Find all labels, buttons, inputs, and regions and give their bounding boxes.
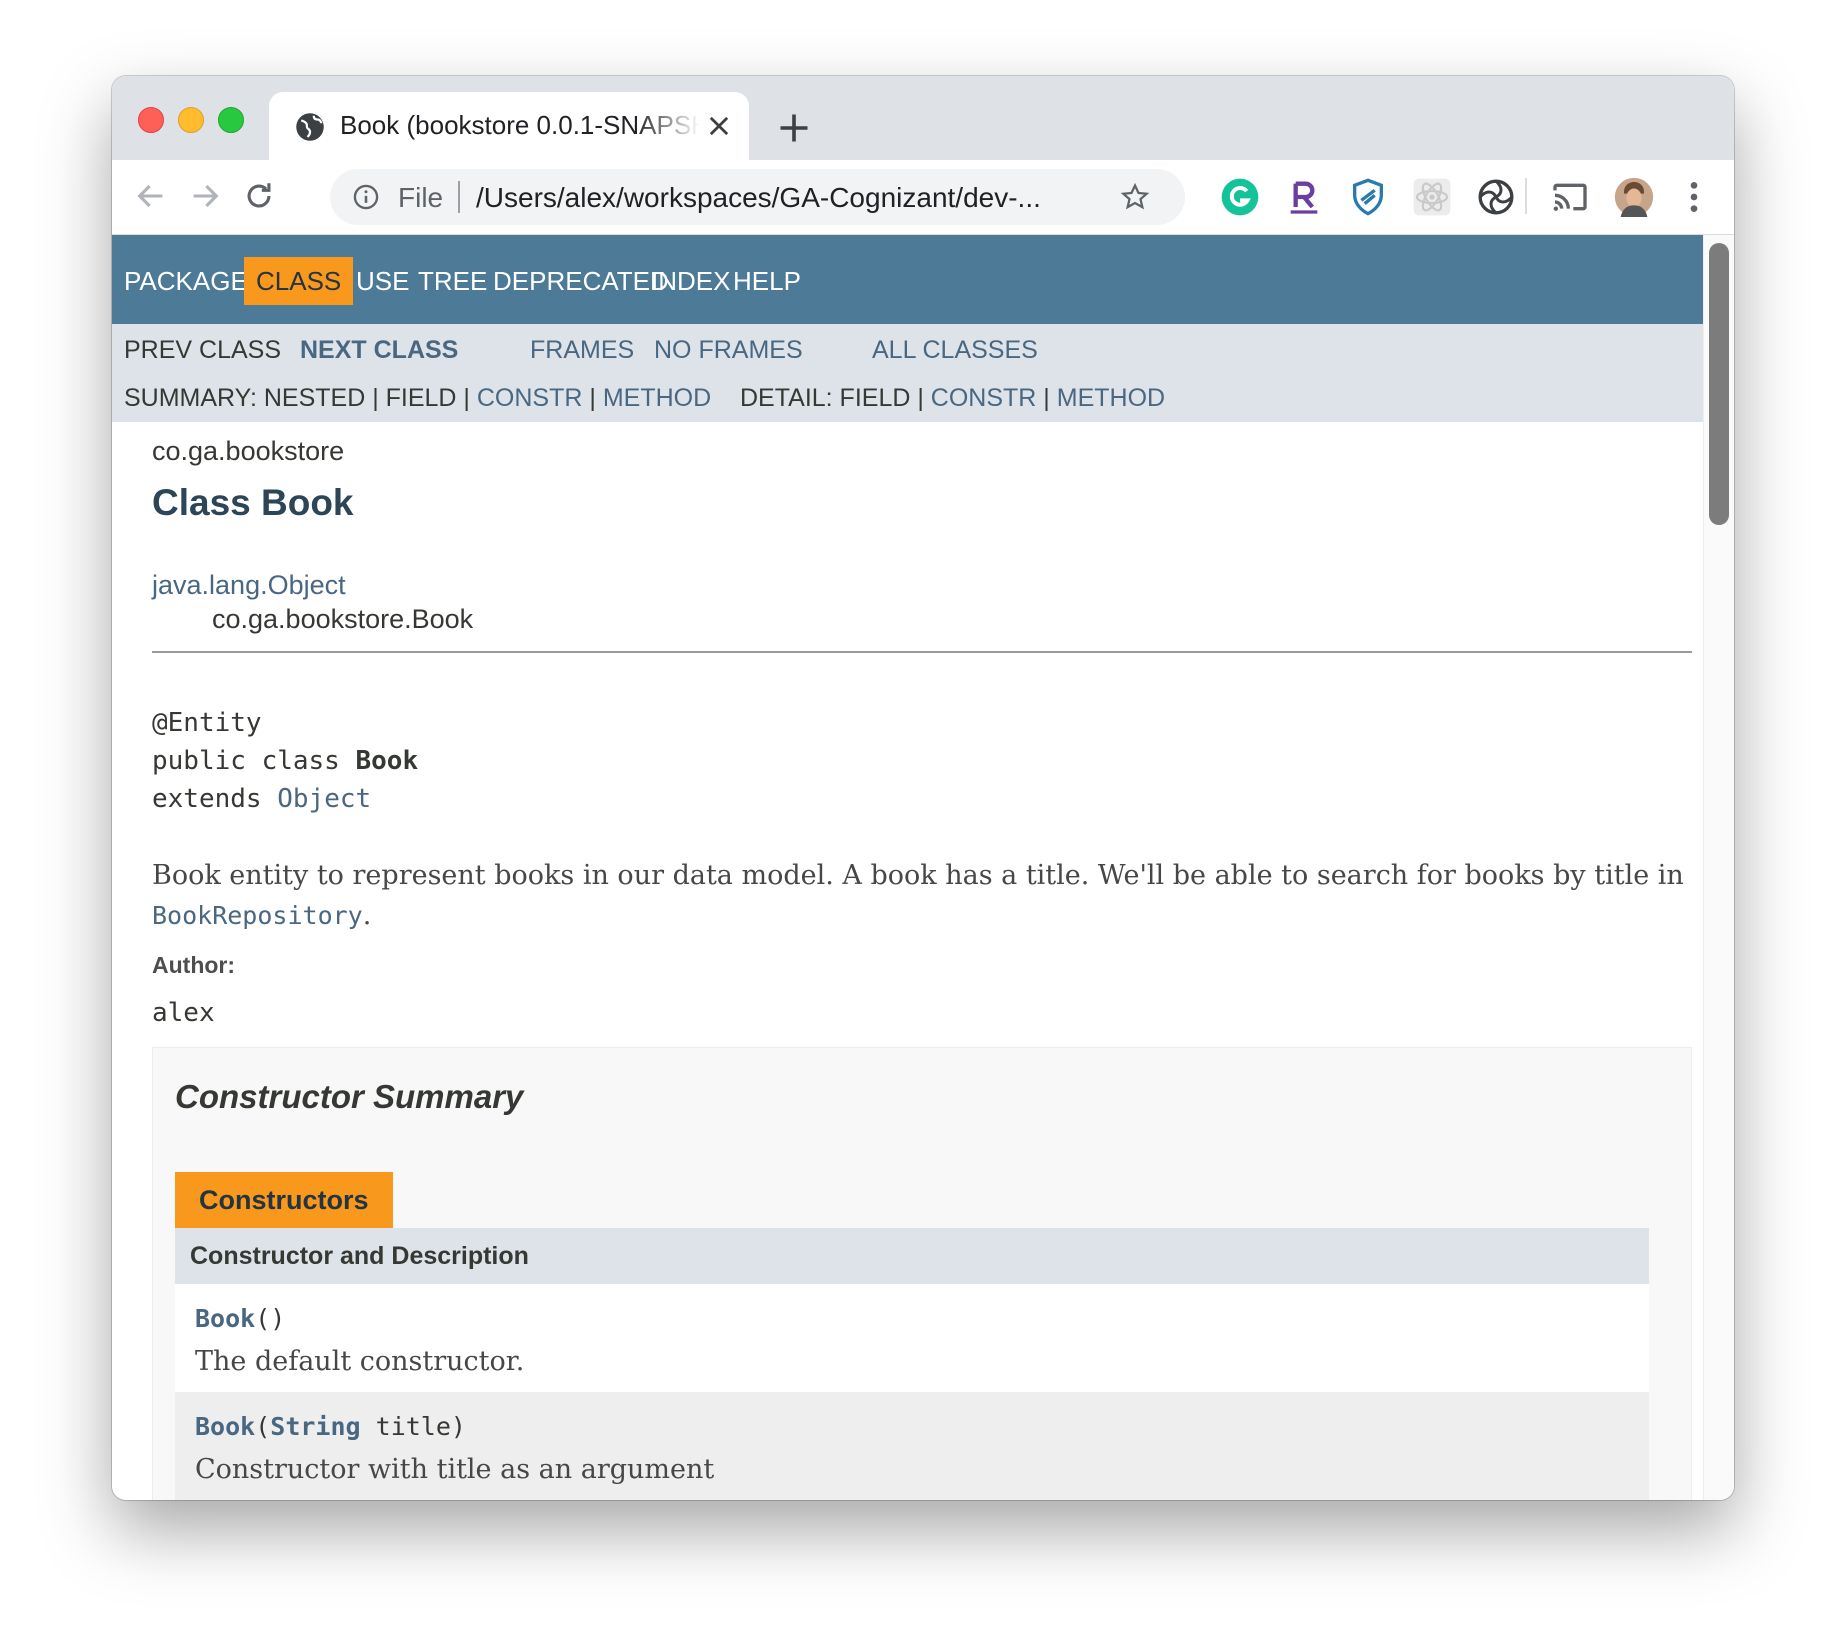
more-menu-icon[interactable] [1674,177,1714,217]
class-declaration: public class Book [152,742,418,780]
class-description: Book entity to represent books in our da… [152,856,1692,936]
page-viewport: PACKAGE CLASS USE TREE DEPRECATED INDEX … [112,235,1734,1500]
no-frames-link[interactable]: NO FRAMES [654,336,803,365]
detail-nav-separator: | [1036,384,1057,412]
browser-window: Book (bookstore 0.0.1-SNAPSHOT API) [112,76,1734,1500]
table-row: Book() The default constructor. [175,1284,1649,1392]
close-window-button[interactable] [138,107,164,133]
bookmark-star-icon[interactable] [1120,182,1150,212]
constructors-caption: Constructors [175,1172,393,1228]
class-signature: @Entity public class Book extends Object [152,704,418,818]
omnibox-divider [458,181,460,213]
args-open: ( [255,1412,271,1441]
next-class-link[interactable]: NEXT CLASS [300,336,458,365]
declaration-prefix: public class [152,746,356,776]
divider [152,651,1692,653]
args-open: ( [255,1304,271,1333]
declaration-name: Book [355,746,419,776]
constructor-table: Constructor and Description Book() The d… [175,1228,1649,1500]
constructor-summary-title: Constructor Summary [175,1078,524,1115]
scheme-label: File [398,182,444,213]
summary-method-link[interactable]: METHOD [603,384,711,412]
forward-arrow-icon[interactable] [188,179,222,213]
constructor-signature: Book() [195,1304,285,1333]
tab-title: Book (bookstore 0.0.1-SNAPSHOT API) [340,110,700,140]
summary-nav-label: SUMMARY: NESTED | FIELD | [124,384,477,412]
constructor-description: The default constructor. [195,1346,525,1377]
arg-type-link[interactable]: String [270,1412,360,1441]
react-extension-icon[interactable] [1412,177,1452,217]
nav-package[interactable]: PACKAGE [112,257,260,305]
new-tab-icon[interactable] [776,110,812,146]
top-navbar: PACKAGE CLASS USE TREE DEPRECATED INDEX … [112,235,1704,324]
r-extension-icon[interactable] [1284,177,1324,217]
constructor-link[interactable]: Book [195,1412,255,1441]
author-label: Author: [152,952,236,978]
frames-link[interactable]: FRAMES [530,336,634,365]
detail-constr-link[interactable]: CONSTR [931,384,1037,412]
zoom-window-button[interactable] [218,107,244,133]
tab-strip: Book (bookstore 0.0.1-SNAPSHOT API) [112,76,1734,160]
table-row: Book(String title) Constructor with titl… [175,1392,1649,1500]
description-end: . [362,900,372,931]
back-arrow-icon[interactable] [134,179,168,213]
args-rest: ) [270,1304,286,1333]
shield-extension-icon[interactable] [1348,177,1388,217]
inheritance-child: co.ga.bookstore.Book [212,604,474,634]
page-title: Class Book [152,482,354,523]
grammarly-extension-icon[interactable] [1220,177,1260,217]
description-text: Book entity to represent books in our da… [152,860,1684,891]
annotation: @Entity [152,708,262,738]
minimize-window-button[interactable] [178,107,204,133]
aperture-extension-icon[interactable] [1476,177,1516,217]
globe-icon [296,113,324,141]
profile-avatar[interactable] [1614,177,1654,217]
prev-class-label: PREV CLASS [124,336,282,364]
close-tab-icon[interactable] [705,112,733,140]
vertical-scrollbar[interactable] [1703,235,1734,1500]
detail-method-link[interactable]: METHOD [1057,384,1165,412]
summary-constr-link[interactable]: CONSTR [477,384,583,412]
nav-help[interactable]: HELP [721,257,813,305]
detail-nav-label: DETAIL: FIELD | [740,384,931,412]
detail-nav: DETAIL: FIELD | CONSTR | METHOD [740,384,1165,413]
constructor-description: Constructor with title as an argument [195,1454,715,1485]
constructor-signature: Book(String title) [195,1412,466,1441]
url-text[interactable]: /Users/alex/workspaces/GA-Cognizant/dev-… [476,182,1116,214]
sub-navbar: PREV CLASS NEXT CLASS FRAMES NO FRAMES A… [112,324,1704,422]
cast-icon[interactable] [1550,177,1590,217]
author-value: alex [152,998,215,1028]
extends-clause: extends Object [152,780,418,818]
args-rest: title) [360,1412,466,1441]
summary-nav: SUMMARY: NESTED | FIELD | CONSTR | METHO… [124,384,711,413]
constructor-summary: Constructor Summary Constructors Constru… [152,1047,1692,1500]
summary-nav-separator: | [582,384,603,412]
book-repository-link[interactable]: BookRepository [152,901,363,930]
reload-icon[interactable] [242,179,276,213]
table-header: Constructor and Description [175,1228,1649,1284]
browser-toolbar: File /Users/alex/workspaces/GA-Cognizant… [112,160,1734,235]
inheritance-parent-link[interactable]: java.lang.Object [152,570,346,601]
address-bar[interactable]: File /Users/alex/workspaces/GA-Cognizant… [330,169,1185,225]
toolbar-divider [1525,178,1527,214]
constructor-link[interactable]: Book [195,1304,255,1333]
javadoc-page: PACKAGE CLASS USE TREE DEPRECATED INDEX … [112,235,1704,1500]
info-icon[interactable] [352,183,380,211]
all-classes-link[interactable]: ALL CLASSES [872,336,1038,365]
extends-prefix: extends [152,784,278,814]
scrollbar-thumb[interactable] [1709,243,1729,525]
nav-class[interactable]: CLASS [244,257,354,305]
extends-object-link[interactable]: Object [277,784,371,814]
package-name: co.ga.bookstore [152,436,345,466]
browser-tab[interactable]: Book (bookstore 0.0.1-SNAPSHOT API) [269,92,749,160]
